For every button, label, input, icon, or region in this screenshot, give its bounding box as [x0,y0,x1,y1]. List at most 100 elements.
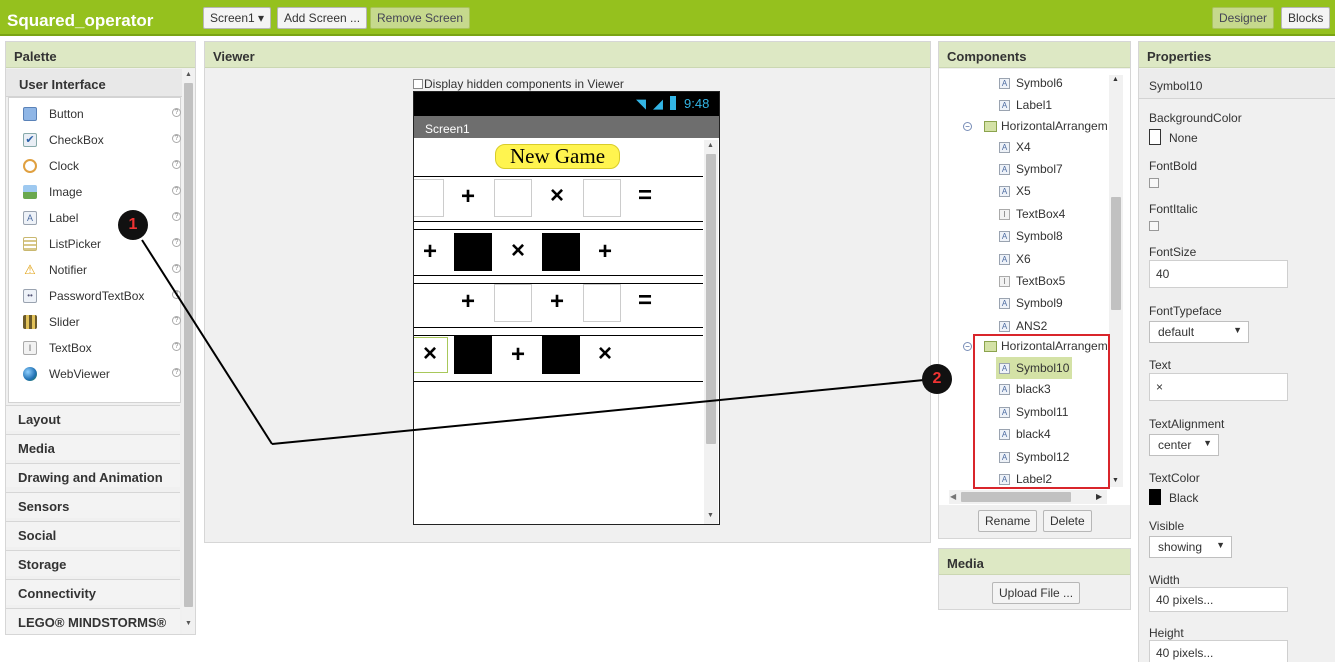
component-item[interactable]: I TextBox5 [999,271,1065,291]
component-item[interactable]: A Label1 [999,95,1052,115]
component-item[interactable]: A Symbol8 [999,226,1063,246]
upload-file-button[interactable]: Upload File ... [992,582,1081,604]
component-item[interactable]: A Symbol6 [999,73,1063,93]
help-icon[interactable]: ? [172,238,181,247]
x-tile[interactable] [494,179,532,217]
help-icon[interactable]: ? [172,212,181,221]
phone-scroll-thumb[interactable] [706,154,716,444]
component-item[interactable]: A X4 [999,137,1031,157]
category-lego[interactable]: LEGO® MINDSTORMS® [6,608,180,634]
category-storage[interactable]: Storage [6,550,180,576]
help-icon[interactable]: ? [172,108,181,117]
textcolor-swatch[interactable] [1149,489,1161,505]
palette-item-webviewer[interactable]: WebViewer [23,363,110,385]
category-sensors[interactable]: Sensors [6,492,180,518]
screen-select[interactable]: Screen1 ▾ [203,7,272,29]
arrangement-icon [984,120,997,132]
component-item[interactable]: A X6 [999,249,1031,269]
x-tile[interactable] [583,179,621,217]
palette-item-notifier[interactable]: ⚠ Notifier [23,259,87,281]
hidden-components-checkbox[interactable] [413,79,423,89]
typeface-select[interactable]: default ▼ [1149,321,1249,343]
category-layout[interactable]: Layout [6,405,180,431]
textcolor-value[interactable]: Black [1169,491,1198,505]
bg-color-swatch[interactable] [1149,129,1161,145]
add-screen-button[interactable]: Add Screen ... [277,7,368,29]
fontbold-checkbox[interactable] [1149,178,1159,188]
x-tile[interactable] [414,179,444,217]
phone-scrollbar[interactable]: ▲ ▼ [704,140,718,524]
category-media[interactable]: Media [6,434,180,460]
palette-item-textbox[interactable]: I TextBox [23,337,92,359]
palette-item-checkbox[interactable]: ✔ CheckBox [23,129,104,151]
component-item[interactable]: I TextBox4 [999,204,1065,224]
prop-label: Width [1149,573,1180,587]
black-tile [542,336,580,374]
help-icon[interactable]: ? [172,290,181,299]
user-interface-section[interactable]: User Interface [6,69,182,97]
help-icon[interactable]: ? [172,316,181,325]
designer-button[interactable]: Designer [1212,7,1275,29]
status-time: 9:48 [684,96,710,111]
category-social[interactable]: Social [6,521,180,547]
palette-item-slider[interactable]: Slider [23,311,80,333]
blocks-button[interactable]: Blocks [1281,7,1331,29]
x-tile[interactable] [494,284,532,322]
scroll-up-icon[interactable]: ▲ [707,142,714,149]
scroll-up-icon[interactable]: ▲ [1112,76,1119,83]
help-icon[interactable]: ? [172,160,181,169]
palette-item-passwordtextbox[interactable]: •• PasswordTextBox [23,285,144,307]
bg-color-value[interactable]: None [1169,131,1198,145]
scroll-down-icon[interactable]: ▼ [707,512,714,519]
fontitalic-checkbox[interactable] [1149,221,1159,231]
components-hscroll-thumb[interactable] [961,492,1071,502]
help-icon[interactable]: ? [172,368,181,377]
scroll-right-icon[interactable]: ▶ [1096,492,1102,501]
help-icon[interactable]: ? [172,134,181,143]
components-hscrollbar[interactable]: ◀ ▶ [949,490,1107,504]
fontsize-input[interactable]: 40 [1149,260,1288,288]
scroll-down-icon[interactable]: ▼ [1112,477,1119,484]
component-item[interactable]: A X5 [999,181,1031,201]
palette-scroll-thumb[interactable] [184,83,193,607]
visible-select[interactable]: showing ▼ [1149,536,1232,558]
palette-scrollbar[interactable]: ▲ ▼ [182,69,195,634]
components-scrollbar[interactable]: ▲ ▼ [1109,75,1123,487]
plus-symbol: + [460,183,475,210]
component-item[interactable]: A Symbol7 [999,159,1063,179]
components-scroll-thumb[interactable] [1111,197,1121,310]
text-input[interactable]: × [1149,373,1288,401]
rename-button[interactable]: Rename [978,510,1038,532]
label-icon: A [999,141,1010,153]
new-game-button[interactable]: New Game [495,144,620,169]
category-drawing-animation[interactable]: Drawing and Animation [6,463,180,487]
delete-button[interactable]: Delete [1043,510,1092,532]
textalignment-select[interactable]: center ▼ [1149,434,1219,456]
palette-item-clock[interactable]: Clock [23,155,79,177]
scroll-up-icon[interactable]: ▲ [185,71,192,78]
palette-item-image[interactable]: Image [23,181,82,203]
help-icon[interactable]: ? [172,342,181,351]
palette-item-button[interactable]: Button [23,103,84,125]
component-item[interactable]: − HorizontalArrangem [963,116,1108,136]
hidden-components-toggle[interactable]: Display hidden components in Viewer [413,77,624,91]
component-item[interactable]: A ANS2 [999,316,1047,336]
textbox-icon: I [999,208,1010,220]
collapse-icon[interactable]: − [963,341,972,351]
width-input[interactable]: 40 pixels... [1149,587,1288,612]
help-icon[interactable]: ? [172,186,181,195]
height-input[interactable]: 40 pixels... [1149,640,1288,662]
label-icon: A [999,230,1010,242]
scroll-left-icon[interactable]: ◀ [950,492,956,501]
collapse-icon[interactable]: − [963,121,972,131]
help-icon[interactable]: ? [172,264,181,273]
equals-symbol: = [637,182,652,209]
x-tile[interactable] [583,284,621,322]
palette-item-label[interactable]: A Label [23,207,78,229]
times-symbol: × [597,340,612,367]
component-item[interactable]: A Symbol9 [999,293,1063,313]
category-connectivity[interactable]: Connectivity [6,579,180,605]
remove-screen-button[interactable]: Remove Screen [370,7,471,29]
palette-item-listpicker[interactable]: ListPicker [23,233,101,255]
scroll-down-icon[interactable]: ▼ [185,620,192,627]
